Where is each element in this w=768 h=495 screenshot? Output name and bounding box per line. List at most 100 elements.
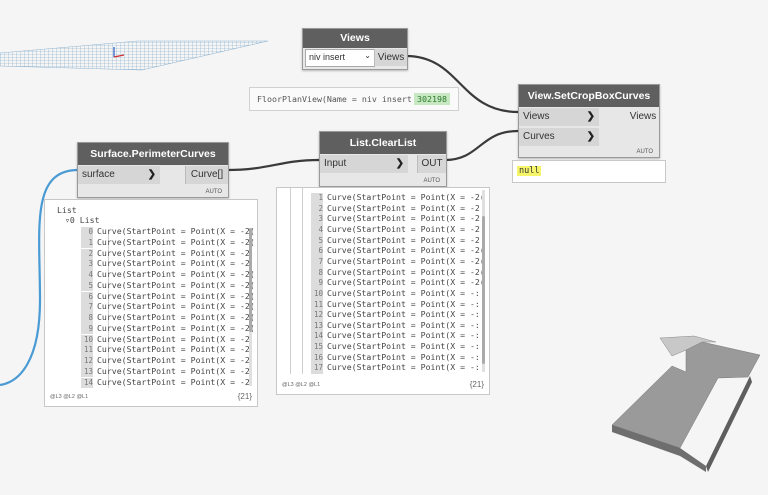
list-item: 4 Curve(StartPoint = Point(X = -2 — [311, 223, 480, 236]
clearlist-input-port[interactable]: Input ❯ — [320, 155, 408, 173]
list-item: 8 Curve(StartPoint = Point(X = -2( — [311, 266, 485, 279]
list-footer: @L3 @L2 @L1 {21} — [50, 392, 252, 404]
setcrop-port-views-row: Views ❯ Views — [519, 107, 659, 127]
list-item: 12 Curve(StartPoint = Point(X = -2 — [81, 355, 250, 367]
list-count: {21} — [469, 380, 484, 389]
lacing-auto-label: AUTO — [423, 178, 440, 184]
list-item-value: Curve(StartPoint = Point(X = -2 — [97, 376, 250, 387]
list-item: 10 Curve(StartPoint = Point(X = -2 — [81, 333, 250, 346]
views-output-port[interactable]: Views — [374, 49, 407, 66]
perimeter-output-curves[interactable]: Curve[] — [185, 166, 228, 184]
list-sublist-label[interactable]: ▿0 List — [65, 215, 100, 226]
list-item: 7 Curve(StartPoint = Point(X = -2( — [81, 301, 255, 313]
clearlist-node-title: List.ClearList — [320, 132, 446, 154]
list-item-value: Curve(StartPoint = Point(X = -: — [327, 309, 480, 320]
perimeter-port-row: surface ❯ Curve[] — [78, 165, 228, 185]
list-item: 5 Curve(StartPoint = Point(X = -2 — [311, 234, 480, 247]
clearlist-preview-list[interactable]: 1 Curve(StartPoint = Point(X = -2(2 Curve(… — [276, 187, 490, 395]
list-item: 0 Curve(StartPoint = Point(X = -2( — [81, 226, 255, 238]
chevron-right-icon: ❯ — [395, 158, 404, 169]
tree-guide — [290, 188, 291, 374]
list-item: 14 Curve(StartPoint = Point(X = -2 — [81, 376, 250, 389]
chevron-right-icon: ❯ — [147, 169, 156, 180]
list-item: 10 Curve(StartPoint = Point(X = -: — [311, 288, 480, 300]
clearlist-output-label: OUT — [421, 158, 443, 169]
list-item: 17 Curve(StartPoint = Point(X = -: — [311, 362, 480, 375]
element-id-badge: 302198 — [414, 93, 450, 105]
list-item-value: Curve(StartPoint = Point(X = -: — [327, 319, 480, 330]
setcrop-input-curves[interactable]: Curves ❯ — [519, 128, 599, 146]
perimeter-output-label: Curve[] — [190, 169, 224, 180]
setcrop-port-curves-row: Curves ❯ — [519, 127, 659, 147]
list-item: 4 Curve(StartPoint = Point(X = -2( — [81, 269, 255, 281]
list-item: 1 Curve(StartPoint = Point(X = -2( — [311, 192, 485, 204]
views-preview-bubble: FloorPlanView(Name = niv insert ) 302198 — [249, 87, 459, 111]
list-item-value: Curve(StartPoint = Point(X = -2 — [97, 355, 250, 365]
list-item: 6 Curve(StartPoint = Point(X = -2( — [311, 245, 485, 257]
list-item: 9 Curve(StartPoint = Point(X = -2( — [81, 322, 255, 335]
list-item-value: Curve(StartPoint = Point(X = -2( — [327, 277, 485, 288]
views-output-label: Views — [377, 52, 405, 63]
setcrop-output-label: Views — [629, 111, 657, 122]
views-dropdown-value: niv insert — [309, 52, 346, 62]
scrollbar-thumb[interactable] — [249, 228, 252, 332]
list-item: 13 Curve(StartPoint = Point(X = -: — [311, 319, 480, 332]
list-levels[interactable]: @L3 @L2 @L1 — [50, 394, 88, 400]
list-item-value: Curve(StartPoint = Point(X = -2( — [97, 236, 255, 247]
views-node[interactable]: Views niv insert ⌄ Views — [302, 28, 408, 70]
list-item: 13 Curve(StartPoint = Point(X = -2 — [81, 366, 250, 378]
list-item-index: 14 — [81, 377, 93, 389]
clearlist-port-row: Input ❯ OUT — [320, 154, 446, 174]
list-levels[interactable]: @L3 @L2 @L1 — [282, 382, 320, 388]
list-item-value: Curve(StartPoint = Point(X = -2 — [97, 344, 250, 355]
list-item: 6 Curve(StartPoint = Point(X = -2( — [81, 291, 255, 303]
list-item-value: Curve(StartPoint = Point(X = -: — [327, 330, 480, 341]
views-node-title: Views — [303, 29, 407, 48]
chevron-right-icon: ❯ — [586, 111, 595, 122]
list-item-value: Curve(StartPoint = Point(X = -2( — [327, 266, 485, 277]
list-item-value: Curve(StartPoint = Point(X = -2 — [97, 258, 250, 269]
clearlist-output-port[interactable]: OUT — [417, 155, 446, 173]
list-item-value: Curve(StartPoint = Point(X = -2 — [97, 333, 250, 344]
list-count: {21} — [237, 392, 252, 401]
perimeter-input-surface[interactable]: surface ❯ — [78, 166, 160, 184]
perimetercurves-node[interactable]: Surface.PerimeterCurves surface ❯ Curve[… — [77, 142, 229, 198]
setcrop-input-views[interactable]: Views ❯ — [519, 108, 599, 126]
list-item-value: Curve(StartPoint = Point(X = -2( — [97, 301, 255, 312]
perimeter-preview-list[interactable]: List ▿0 List 0 Curve(StartPoint = Point(X… — [44, 199, 258, 407]
perimeter-node-title: Surface.PerimeterCurves — [78, 143, 228, 165]
list-item-value: Curve(StartPoint = Point(X = -2 — [97, 247, 250, 258]
setcrop-node-title: View.SetCropBoxCurves — [519, 85, 659, 107]
setcrop-preview-value: null — [517, 166, 542, 176]
dynamo-canvas[interactable]: Views niv insert ⌄ Views FloorPlanView(N… — [0, 0, 768, 495]
list-item-value: Curve(StartPoint = Point(X = -2 — [327, 213, 480, 224]
chevron-right-icon: ❯ — [586, 131, 595, 142]
perimeter-input-label: surface — [82, 169, 115, 180]
lacing-auto-label: AUTO — [205, 189, 222, 195]
setcrop-input-views-label: Views — [523, 111, 550, 122]
list-item-value: Curve(StartPoint = Point(X = -2 — [327, 234, 480, 245]
clearlist-input-label: Input — [324, 158, 347, 169]
setcropboxcurves-node[interactable]: View.SetCropBoxCurves Views ❯ Views Curv… — [518, 84, 660, 158]
list-item: 9 Curve(StartPoint = Point(X = -2( — [311, 277, 485, 289]
list-item-value: Curve(StartPoint = Point(X = -: — [327, 341, 480, 352]
list-item-value: Curve(StartPoint = Point(X = -2( — [97, 226, 255, 236]
views-dropdown[interactable]: niv insert ⌄ — [305, 49, 375, 67]
scrollbar-thumb[interactable] — [482, 216, 485, 364]
list-item: 1 Curve(StartPoint = Point(X = -2( — [81, 236, 255, 249]
list-item-value: Curve(StartPoint = Point(X = -2 — [327, 223, 480, 234]
list-item: 2 Curve(StartPoint = Point(X = -2 — [81, 247, 250, 260]
wire-perimeter-to-clearlist — [226, 158, 320, 172]
clearlist-node[interactable]: List.ClearList Input ❯ OUT AUTO — [319, 131, 447, 187]
list-item-value: Curve(StartPoint = Point(X = -2( — [97, 322, 255, 333]
list-item-value: Curve(StartPoint = Point(X = -2( — [97, 312, 255, 322]
lacing-auto-label: AUTO — [636, 149, 653, 155]
setcrop-output-views[interactable]: Views — [627, 108, 659, 126]
list-item: 11 Curve(StartPoint = Point(X = -2 — [81, 344, 250, 356]
tree-guide — [302, 188, 303, 374]
list-item-index: 17 — [311, 363, 323, 375]
list-item-value: Curve(StartPoint = Point(X = -: — [327, 362, 480, 373]
extrusion-preview — [611, 335, 761, 472]
list-item-value: Curve(StartPoint = Point(X = -2( — [97, 279, 255, 290]
list-item-value: Curve(StartPoint = Point(X = -: — [327, 351, 480, 362]
